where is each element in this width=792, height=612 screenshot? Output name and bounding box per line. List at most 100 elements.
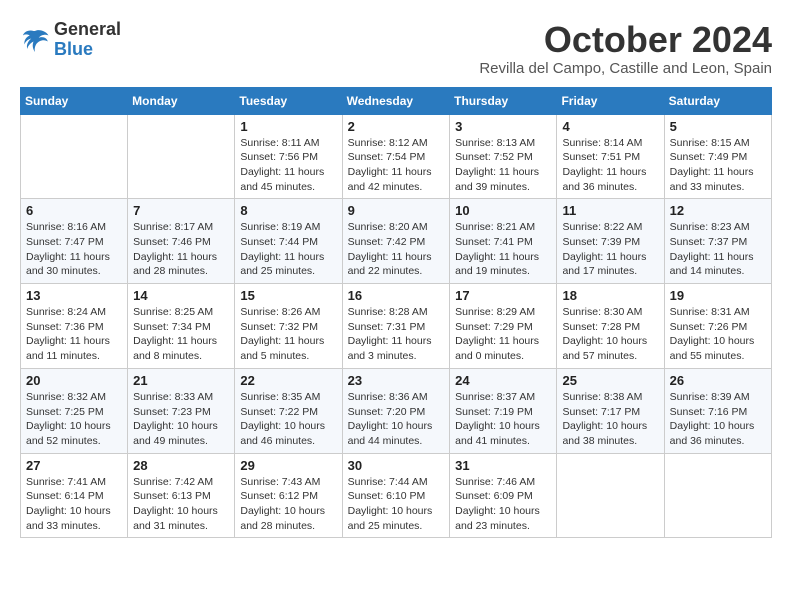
table-row: 7Sunrise: 8:17 AM Sunset: 7:46 PM Daylig… [128, 199, 235, 284]
table-row: 29Sunrise: 7:43 AM Sunset: 6:12 PM Dayli… [235, 453, 342, 538]
table-row: 8Sunrise: 8:19 AM Sunset: 7:44 PM Daylig… [235, 199, 342, 284]
day-info: Sunrise: 8:23 AM Sunset: 7:37 PM Dayligh… [670, 220, 766, 279]
day-number: 24 [455, 373, 551, 388]
table-row: 28 Sunrise: 7:42 AM Sunset: 6:13 PM Dayli… [128, 453, 235, 538]
table-row: 3 Sunrise: 8:13 AM Sunset: 7:52 PM Daylig… [450, 114, 557, 199]
day-number: 14 [133, 288, 229, 303]
calendar-week-row: 20 Sunrise: 8:32 AM Sunset: 7:25 PM Dayli… [21, 368, 772, 453]
day-number: 9 [348, 203, 445, 218]
month-title: October 2024 [479, 20, 772, 60]
table-row: 17Sunrise: 8:29 AM Sunset: 7:29 PM Dayli… [450, 284, 557, 369]
day-info: Sunrise: 8:16 AM Sunset: 7:47 PM Dayligh… [26, 220, 122, 279]
day-number: 17 [455, 288, 551, 303]
logo-bird-icon [20, 25, 50, 55]
table-row: 1 Sunrise: 8:11 AM Sunset: 7:56 PM Daylig… [235, 114, 342, 199]
table-row: 27 Sunrise: 7:41 AM Sunset: 6:14 PM Dayli… [21, 453, 128, 538]
day-info: Sunrise: 7:46 AM Sunset: 6:09 PM Dayligh… [455, 475, 551, 534]
day-info: Sunrise: 8:19 AM Sunset: 7:44 PM Dayligh… [240, 220, 336, 279]
day-info: Sunrise: 8:26 AM Sunset: 7:32 PM Dayligh… [240, 305, 336, 364]
day-number: 19 [670, 288, 766, 303]
calendar-week-row: 6 Sunrise: 8:16 AM Sunset: 7:47 PM Daylig… [21, 199, 772, 284]
day-number: 26 [670, 373, 766, 388]
table-row: 16 Sunrise: 8:28 AM Sunset: 7:31 PM Dayli… [342, 284, 450, 369]
day-number: 23 [348, 373, 445, 388]
table-row: 22 Sunrise: 8:35 AM Sunset: 7:22 PM Dayli… [235, 368, 342, 453]
header-tuesday: Tuesday [235, 87, 342, 114]
day-number: 18 [562, 288, 658, 303]
table-row: 23 Sunrise: 8:36 AM Sunset: 7:20 PM Dayli… [342, 368, 450, 453]
day-number: 31 [455, 458, 551, 473]
day-number: 16 [348, 288, 445, 303]
page-header: General Blue October 2024 Revilla del Ca… [20, 20, 772, 77]
logo: General Blue [20, 20, 121, 60]
day-number: 22 [240, 373, 336, 388]
calendar-week-row: 27 Sunrise: 7:41 AM Sunset: 6:14 PM Dayli… [21, 453, 772, 538]
day-number: 30 [348, 458, 445, 473]
day-number: 6 [26, 203, 122, 218]
day-info: Sunrise: 8:33 AM Sunset: 7:23 PM Dayligh… [133, 390, 229, 449]
header-monday: Monday [128, 87, 235, 114]
table-row [664, 453, 771, 538]
day-number: 1 [240, 119, 336, 134]
day-info: Sunrise: 8:17 AM Sunset: 7:46 PM Dayligh… [133, 220, 229, 279]
day-info: Sunrise: 8:14 AM Sunset: 7:51 PM Dayligh… [562, 136, 658, 195]
table-row: 19Sunrise: 8:31 AM Sunset: 7:26 PM Dayli… [664, 284, 771, 369]
calendar-table: Sunday Monday Tuesday Wednesday Thursday… [20, 87, 772, 539]
title-block: October 2024 Revilla del Campo, Castille… [479, 20, 772, 77]
day-number: 4 [562, 119, 658, 134]
day-info: Sunrise: 8:28 AM Sunset: 7:31 PM Dayligh… [348, 305, 445, 364]
day-number: 2 [348, 119, 445, 134]
table-row: 14 Sunrise: 8:25 AM Sunset: 7:34 PM Dayli… [128, 284, 235, 369]
calendar-week-row: 13 Sunrise: 8:24 AM Sunset: 7:36 PM Dayli… [21, 284, 772, 369]
day-number: 11 [562, 203, 658, 218]
calendar-week-row: 1 Sunrise: 8:11 AM Sunset: 7:56 PM Daylig… [21, 114, 772, 199]
day-number: 27 [26, 458, 122, 473]
table-row: 9 Sunrise: 8:20 AM Sunset: 7:42 PM Daylig… [342, 199, 450, 284]
table-row: 11 Sunrise: 8:22 AM Sunset: 7:39 PM Dayli… [557, 199, 664, 284]
day-info: Sunrise: 8:35 AM Sunset: 7:22 PM Dayligh… [240, 390, 336, 449]
day-info: Sunrise: 8:32 AM Sunset: 7:25 PM Dayligh… [26, 390, 122, 449]
header-saturday: Saturday [664, 87, 771, 114]
day-info: Sunrise: 8:37 AM Sunset: 7:19 PM Dayligh… [455, 390, 551, 449]
header-sunday: Sunday [21, 87, 128, 114]
day-info: Sunrise: 8:11 AM Sunset: 7:56 PM Dayligh… [240, 136, 336, 195]
day-number: 13 [26, 288, 122, 303]
day-info: Sunrise: 7:42 AM Sunset: 6:13 PM Dayligh… [133, 475, 229, 534]
table-row: 6 Sunrise: 8:16 AM Sunset: 7:47 PM Daylig… [21, 199, 128, 284]
table-row: 31 Sunrise: 7:46 AM Sunset: 6:09 PM Dayli… [450, 453, 557, 538]
header-friday: Friday [557, 87, 664, 114]
day-number: 21 [133, 373, 229, 388]
table-row: 24 Sunrise: 8:37 AM Sunset: 7:19 PM Dayli… [450, 368, 557, 453]
day-info: Sunrise: 8:13 AM Sunset: 7:52 PM Dayligh… [455, 136, 551, 195]
table-row: 21 Sunrise: 8:33 AM Sunset: 7:23 PM Dayli… [128, 368, 235, 453]
table-row [21, 114, 128, 199]
day-info: Sunrise: 7:41 AM Sunset: 6:14 PM Dayligh… [26, 475, 122, 534]
table-row: 4 Sunrise: 8:14 AM Sunset: 7:51 PM Daylig… [557, 114, 664, 199]
day-number: 10 [455, 203, 551, 218]
table-row: 12 Sunrise: 8:23 AM Sunset: 7:37 PM Dayli… [664, 199, 771, 284]
day-info: Sunrise: 8:24 AM Sunset: 7:36 PM Dayligh… [26, 305, 122, 364]
day-number: 3 [455, 119, 551, 134]
table-row: 10Sunrise: 8:21 AM Sunset: 7:41 PM Dayli… [450, 199, 557, 284]
table-row: 2Sunrise: 8:12 AM Sunset: 7:54 PM Daylig… [342, 114, 450, 199]
day-info: Sunrise: 8:36 AM Sunset: 7:20 PM Dayligh… [348, 390, 445, 449]
logo-text: General Blue [54, 20, 121, 60]
day-info: Sunrise: 8:15 AM Sunset: 7:49 PM Dayligh… [670, 136, 766, 195]
day-number: 28 [133, 458, 229, 473]
day-number: 15 [240, 288, 336, 303]
location: Revilla del Campo, Castille and Leon, Sp… [479, 60, 772, 77]
day-number: 20 [26, 373, 122, 388]
day-number: 25 [562, 373, 658, 388]
day-info: Sunrise: 8:22 AM Sunset: 7:39 PM Dayligh… [562, 220, 658, 279]
day-info: Sunrise: 8:20 AM Sunset: 7:42 PM Dayligh… [348, 220, 445, 279]
table-row: 13 Sunrise: 8:24 AM Sunset: 7:36 PM Dayli… [21, 284, 128, 369]
table-row: 18Sunrise: 8:30 AM Sunset: 7:28 PM Dayli… [557, 284, 664, 369]
day-info: Sunrise: 8:25 AM Sunset: 7:34 PM Dayligh… [133, 305, 229, 364]
table-row: 20 Sunrise: 8:32 AM Sunset: 7:25 PM Dayli… [21, 368, 128, 453]
day-info: Sunrise: 8:38 AM Sunset: 7:17 PM Dayligh… [562, 390, 658, 449]
table-row: 30Sunrise: 7:44 AM Sunset: 6:10 PM Dayli… [342, 453, 450, 538]
day-number: 12 [670, 203, 766, 218]
day-number: 5 [670, 119, 766, 134]
table-row [128, 114, 235, 199]
header-wednesday: Wednesday [342, 87, 450, 114]
